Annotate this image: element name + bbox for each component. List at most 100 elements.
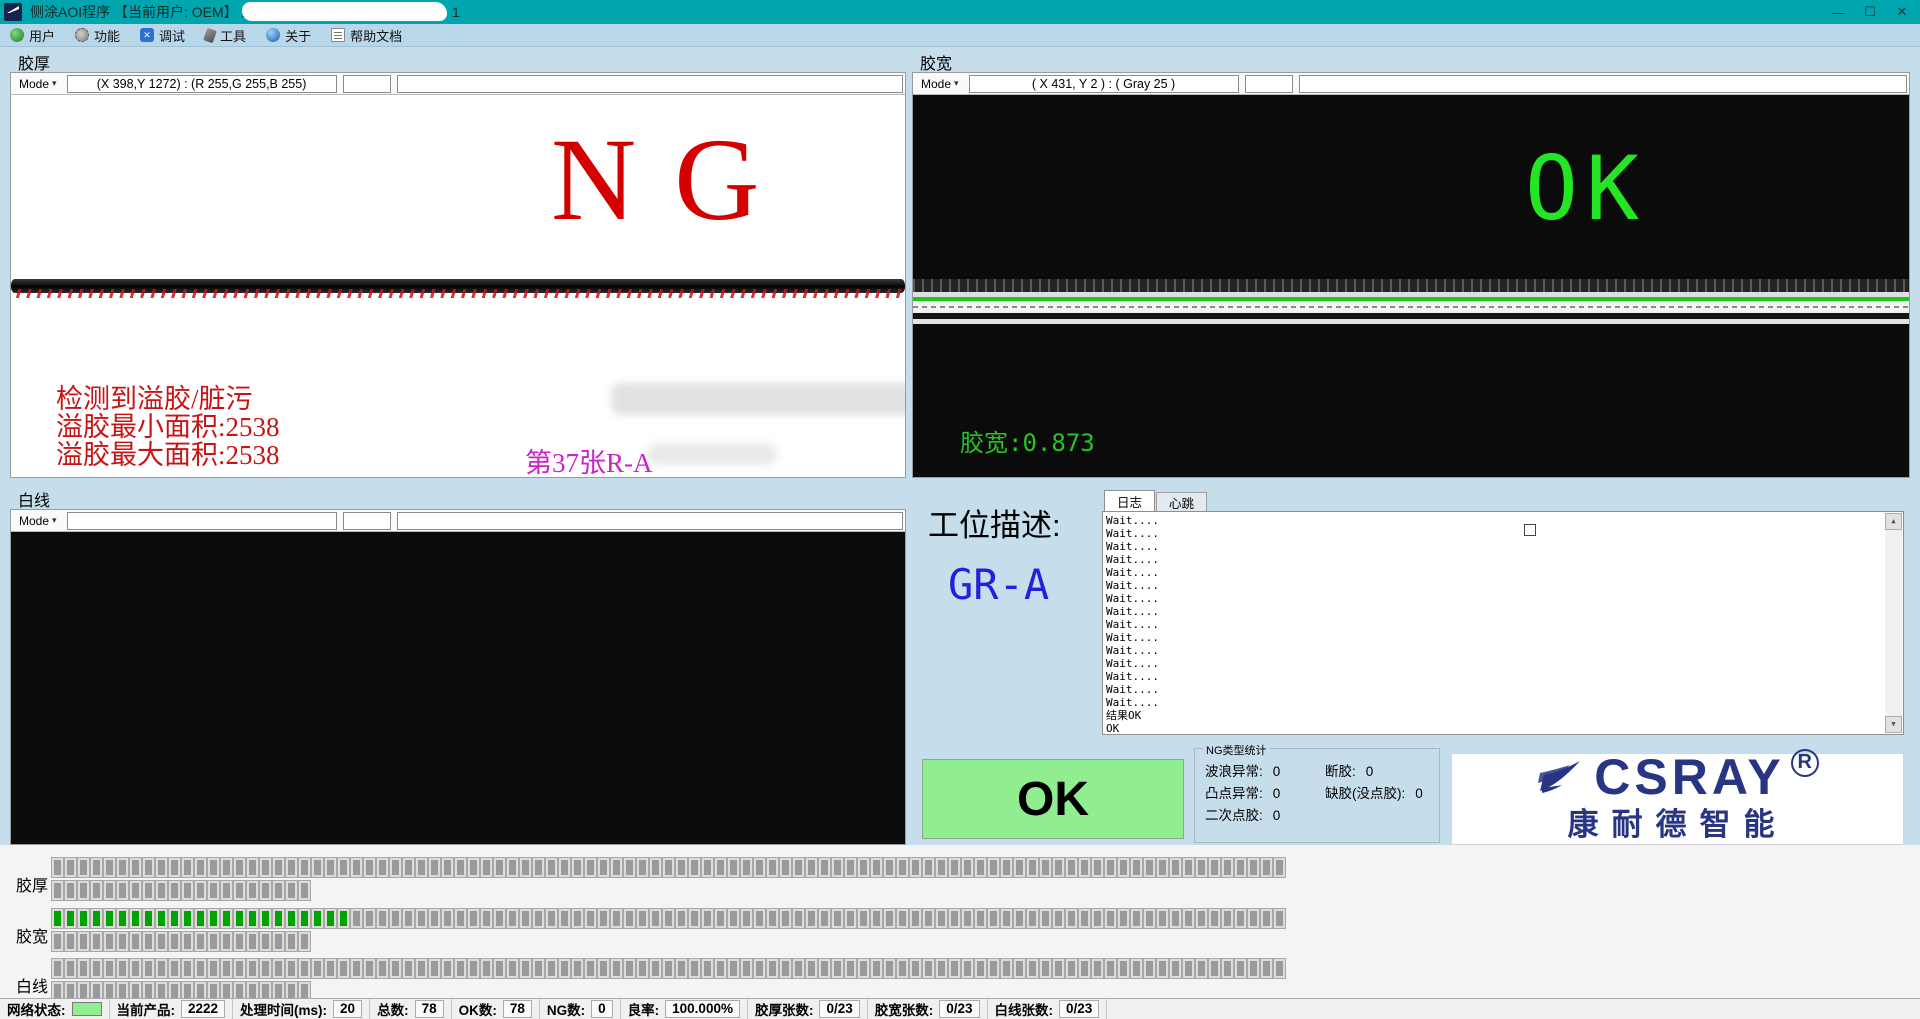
log-entry: Wait....	[1106, 592, 1903, 605]
indicator-cell	[325, 959, 336, 978]
indicator-cell	[1131, 909, 1142, 928]
indicator-cell	[1248, 959, 1259, 978]
minimize-icon[interactable]: —	[1822, 0, 1854, 24]
scroll-down-icon[interactable]: ▼	[1885, 716, 1902, 733]
indicator-cell	[1222, 959, 1233, 978]
indicator-cell	[377, 858, 388, 877]
menu-item-调试[interactable]: ✕调试	[130, 24, 195, 46]
log-checkbox[interactable]	[1524, 524, 1536, 536]
debug-icon: ✕	[140, 28, 154, 42]
white-line-image[interactable]	[11, 532, 905, 844]
status-value: 0/23	[1059, 1000, 1099, 1018]
log-entry: 结果OK	[1106, 709, 1903, 722]
indicator-group-label-白线: 白线	[16, 973, 48, 997]
indicator-cell	[650, 858, 661, 877]
status-label: 总数:	[377, 999, 409, 1019]
indicator-cell	[442, 909, 453, 928]
chevron-down-icon: ▾	[52, 515, 57, 526]
glue-width-image[interactable]: OK 胶宽:0.873	[913, 95, 1909, 477]
status-item: 总数:78	[370, 999, 452, 1019]
indicator-cell	[897, 858, 908, 877]
indicator-cell	[910, 909, 921, 928]
indicator-cell	[494, 959, 505, 978]
indicator-cell	[52, 881, 63, 900]
menu-item-用户[interactable]: 用户	[0, 24, 65, 46]
glue-thickness-image[interactable]: NG 检测到溢胶/脏污 溢胶最小面积:2538 溢胶最大面积:2538 第37张…	[11, 95, 905, 477]
pixel-info-readout: ( X 431, Y 2 ) : ( Gray 25 )	[969, 75, 1239, 93]
tab-log[interactable]: 日志	[1104, 490, 1155, 511]
indicator-cell	[936, 959, 947, 978]
ng-stat-label: 二次点胶:	[1205, 805, 1263, 827]
log-scrollbar[interactable]: ▲ ▼	[1885, 513, 1902, 733]
title-redaction-scribble	[242, 2, 447, 21]
indicator-cell	[1183, 909, 1194, 928]
indicator-cell	[182, 909, 193, 928]
status-value: 78	[503, 1000, 532, 1018]
menu-item-工具[interactable]: 工具	[195, 24, 256, 46]
status-label: 网络状态:	[7, 999, 66, 1019]
log-entry: Wait....	[1106, 553, 1903, 566]
indicator-cell	[1170, 858, 1181, 877]
menu-item-label: 功能	[94, 26, 120, 45]
tool-icon	[203, 27, 217, 43]
indicator-cell	[962, 959, 973, 978]
menu-item-label: 工具	[220, 26, 246, 45]
registered-mark-icon: R	[1791, 749, 1819, 777]
mode-dropdown[interactable]: Mode ▾	[15, 76, 61, 92]
indicator-cell	[455, 959, 466, 978]
mode-dropdown[interactable]: Mode ▾	[15, 513, 61, 529]
indicator-cell	[923, 909, 934, 928]
mode-dropdown[interactable]: Mode ▾	[917, 76, 963, 92]
status-item: 当前产品:2222	[110, 999, 234, 1019]
indicator-cell	[260, 959, 271, 978]
status-bar: 网络状态:当前产品:2222处理时间(ms):20总数:78OK数:78NG数:…	[0, 998, 1920, 1019]
indicator-cell	[858, 858, 869, 877]
indicator-cell	[1274, 959, 1285, 978]
indicator-cell	[832, 858, 843, 877]
indicator-cell	[377, 959, 388, 978]
indicator-cell	[143, 959, 154, 978]
indicator-cell	[624, 909, 635, 928]
maximize-icon[interactable]: ☐	[1854, 0, 1886, 24]
ng-stat-value: 0	[1415, 783, 1423, 805]
ng-stat-label: 波浪异常:	[1205, 761, 1263, 783]
indicator-cell	[767, 858, 778, 877]
tab-heartbeat[interactable]: 心跳	[1156, 492, 1207, 511]
close-icon[interactable]: ✕	[1886, 0, 1918, 24]
chevron-down-icon: ▾	[52, 78, 57, 89]
indicator-cell	[208, 881, 219, 900]
menu-item-功能[interactable]: 功能	[65, 24, 130, 46]
network-status-indicator	[72, 1002, 102, 1016]
indicator-cell	[91, 909, 102, 928]
indicator-cell	[52, 932, 63, 951]
indicator-cell	[65, 858, 76, 877]
ok-result-text: OK	[1525, 145, 1647, 233]
indicator-cell	[143, 909, 154, 928]
indicator-cell	[1170, 959, 1181, 978]
indicator-cell	[156, 932, 167, 951]
indicator-cell	[1079, 909, 1090, 928]
status-label: 白线张数:	[995, 999, 1054, 1019]
indicator-cell	[819, 858, 830, 877]
menu-item-关于[interactable]: 关于	[256, 24, 321, 46]
ng-stat-value: 0	[1273, 805, 1281, 827]
indicator-cell	[260, 858, 271, 877]
status-label: 胶厚张数:	[755, 999, 814, 1019]
indicator-cell	[624, 959, 635, 978]
indicator-cell	[221, 858, 232, 877]
log-list[interactable]: Wait....Wait....Wait....Wait....Wait....…	[1102, 511, 1904, 735]
ng-stats-title: NG类型统计	[1203, 742, 1270, 758]
indicator-cell	[858, 909, 869, 928]
panel-glue-thickness: Mode ▾ (X 398,Y 1272) : (R 255,G 255,B 2…	[10, 72, 906, 478]
menu-item-帮助文档[interactable]: 帮助文档	[321, 24, 412, 46]
indicator-cell	[364, 959, 375, 978]
title-bar: 侧涂AOI程序 【当前用户: OEM】 编 1 — ☐ ✕	[0, 0, 1920, 24]
glue-thickness-toolbar: Mode ▾ (X 398,Y 1272) : (R 255,G 255,B 2…	[11, 73, 905, 95]
indicator-cell	[1261, 909, 1272, 928]
indicator-cell	[884, 858, 895, 877]
indicator-cell	[104, 959, 115, 978]
result-ok-button[interactable]: OK	[922, 759, 1184, 839]
status-value: 100.000%	[665, 1000, 740, 1018]
menu-item-label: 帮助文档	[350, 26, 402, 45]
scroll-up-icon[interactable]: ▲	[1885, 513, 1902, 530]
